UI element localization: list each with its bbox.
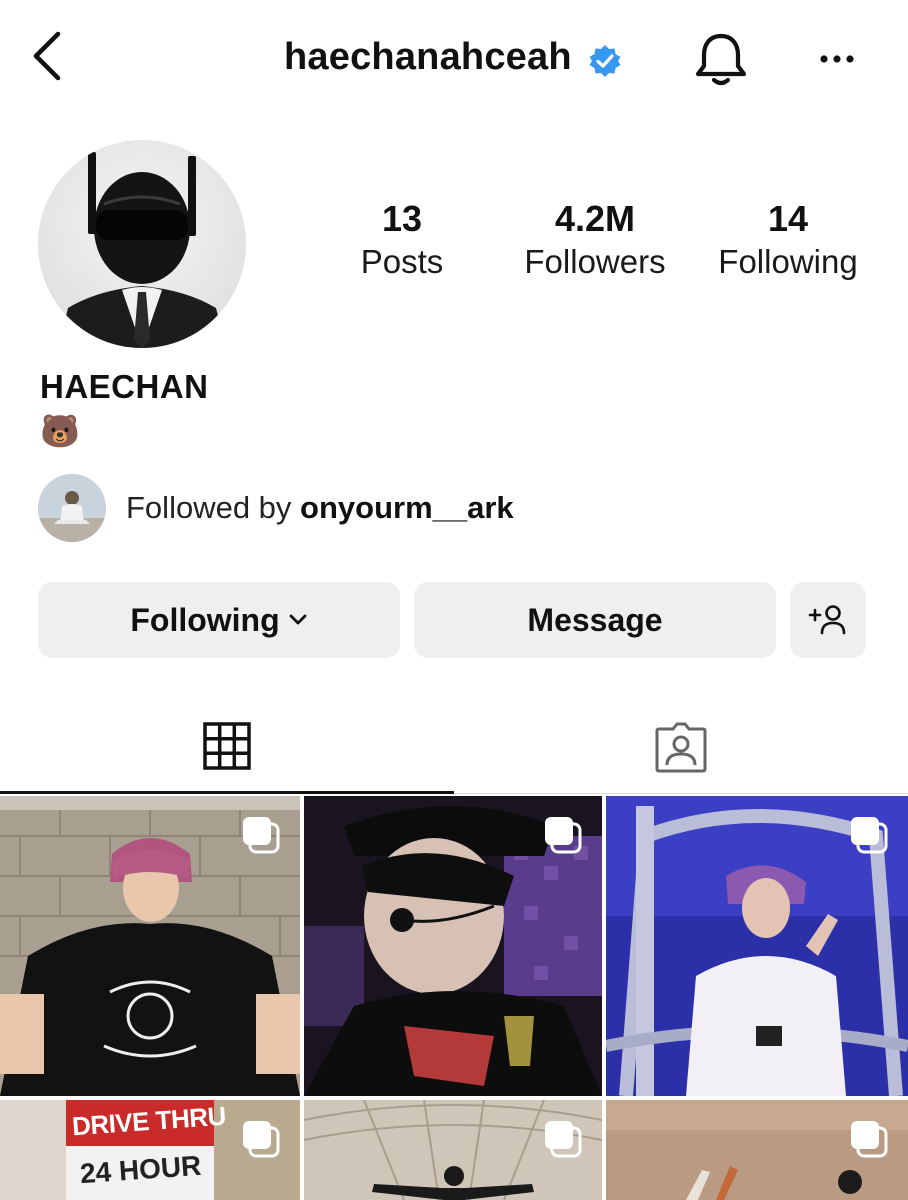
follower-avatar-image (38, 474, 106, 542)
more-dots-icon[interactable] (812, 44, 862, 74)
add-person-icon (808, 605, 846, 635)
followers-count: 4.2M (554, 198, 636, 239)
post-thumbnail[interactable]: DRIVE THRU 24 HOUR (0, 1100, 300, 1200)
posts-grid: DRIVE THRU 24 HOUR (0, 796, 908, 1200)
tagged-person-icon (655, 722, 707, 772)
multi-photo-icon (545, 817, 582, 854)
followers-label: Followers (524, 243, 666, 280)
top-bar: haechanahceah (0, 0, 908, 120)
verified-badge-icon (589, 45, 621, 77)
message-button-label: Message (527, 601, 663, 638)
bell-icon[interactable] (690, 28, 752, 90)
followed-by-text: Followed by onyourm__ark (126, 490, 514, 526)
add-friend-button[interactable] (790, 582, 866, 658)
following-button-label: Following (130, 601, 280, 638)
post-thumbnail[interactable] (0, 796, 300, 1096)
post-thumbnail[interactable] (606, 1100, 908, 1200)
stat-posts[interactable]: 13 Posts (317, 198, 487, 284)
following-label: Following (718, 243, 858, 280)
profile-tabs (0, 700, 908, 794)
post-thumbnail[interactable] (606, 796, 908, 1096)
following-button[interactable]: Following (38, 582, 400, 658)
posts-label: Posts (360, 243, 444, 280)
tab-tagged[interactable] (454, 700, 908, 794)
follower-avatar[interactable] (38, 474, 106, 542)
post-thumbnail[interactable] (304, 796, 602, 1096)
multi-photo-icon (243, 1121, 280, 1158)
profile-full-name: HAECHAN (40, 368, 209, 405)
profile-username: haechanahceah (284, 36, 572, 78)
message-button[interactable]: Message (414, 582, 776, 658)
grid-icon (203, 721, 251, 770)
stat-followers[interactable]: 4.2M Followers (510, 198, 680, 284)
multi-photo-icon (243, 817, 280, 854)
chevron-down-icon (289, 614, 307, 625)
tab-posts-grid[interactable] (0, 700, 454, 794)
multi-photo-icon (545, 1121, 582, 1158)
back-chevron-icon[interactable] (28, 28, 68, 84)
profile-bio: 🐻 (40, 413, 80, 449)
post-thumbnail[interactable] (304, 1100, 602, 1200)
posts-count: 13 (381, 198, 423, 239)
multi-photo-icon (851, 1121, 888, 1158)
followed-by-username[interactable]: onyourm__ark (300, 490, 514, 525)
avatar-image (58, 152, 226, 348)
profile-avatar[interactable] (38, 140, 246, 348)
multi-photo-icon (851, 817, 888, 854)
stat-following[interactable]: 14 Following (703, 198, 873, 284)
followed-by-prefix: Followed by (126, 490, 301, 525)
following-count: 14 (767, 198, 809, 239)
followed-by-row[interactable]: Followed by onyourm__ark (38, 474, 738, 544)
